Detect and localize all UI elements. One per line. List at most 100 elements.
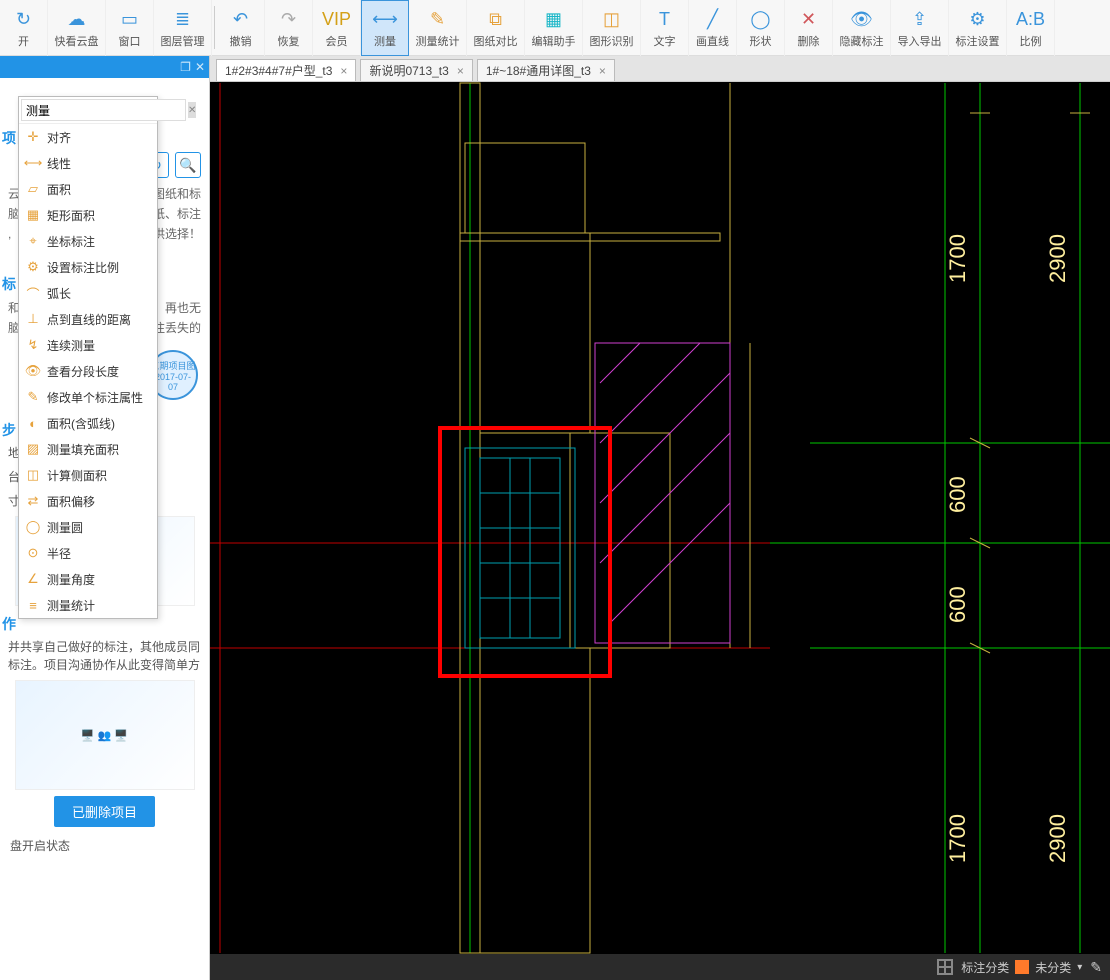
measure-option[interactable]: ⊙半径: [19, 540, 157, 566]
measure-option[interactable]: ✎修改单个标注属性: [19, 384, 157, 410]
measure-option-label: 线性: [47, 155, 71, 172]
tab[interactable]: 新说明0713_t3 ×: [360, 59, 472, 81]
dim-text: 1700: [945, 814, 970, 863]
measure-option-icon: ⊥: [25, 311, 41, 327]
dropdown-clear-icon[interactable]: ✕: [188, 102, 196, 118]
measure-option[interactable]: ◫ 计算侧面积: [19, 462, 157, 488]
measure-option[interactable]: ⚙ 设置标注比例: [19, 254, 157, 280]
toolbar-快看云盘[interactable]: ☁快看云盘: [48, 0, 106, 56]
toolbar-label: 比例: [1020, 33, 1042, 49]
measure-option-icon: ≡: [25, 597, 41, 613]
sidebar-restore-icon[interactable]: ❐: [180, 60, 191, 74]
toolbar-删除[interactable]: ✕删除: [785, 0, 833, 56]
measure-option[interactable]: ◯ 测量圆: [19, 514, 157, 540]
measure-option[interactable]: ◐面积(含弧线): [19, 410, 157, 436]
measure-option-label: 设置标注比例: [47, 259, 119, 276]
tab-close-icon[interactable]: ×: [457, 64, 464, 78]
文字-icon: T: [653, 7, 677, 31]
toolbar-形状[interactable]: ◯ 形状: [737, 0, 785, 56]
edit-icon[interactable]: ✎: [1090, 959, 1102, 976]
toolbar-撤销[interactable]: ↶撤销: [217, 0, 265, 56]
dropdown-search-input[interactable]: [21, 99, 186, 121]
toolbar-隐藏标注[interactable]: 👁隐藏标注: [833, 0, 891, 56]
measure-option[interactable]: ▱面积: [19, 176, 157, 202]
measure-option[interactable]: ↯连续测量: [19, 332, 157, 358]
toolbar-图形识别[interactable]: ◫图形识别: [583, 0, 641, 56]
measure-option-label: 计算侧面积: [47, 467, 107, 484]
deleted-projects-button[interactable]: 已删除项目: [54, 796, 155, 827]
tab[interactable]: 1#2#3#4#7#户型_t3×: [216, 59, 356, 81]
toolbar-画直线[interactable]: ╱画直线: [689, 0, 737, 56]
toolbar-比例[interactable]: A:B比例: [1007, 0, 1055, 56]
toolbar-导入导出[interactable]: ⇪导入导出: [891, 0, 949, 56]
measure-option[interactable]: ✛对齐: [19, 124, 157, 150]
tab-close-icon[interactable]: ×: [340, 64, 347, 78]
sidebar-close-icon[interactable]: ✕: [195, 60, 205, 74]
search-button[interactable]: 🔍: [175, 152, 201, 178]
category-label: 标注分类: [961, 959, 1009, 976]
measure-option-label: 点到直线的距离: [47, 311, 131, 328]
measure-option[interactable]: ⟷线性: [19, 150, 157, 176]
measure-option-icon: ◯: [25, 519, 41, 535]
toolbar-label: 测量: [374, 33, 396, 49]
toolbar-编辑助手[interactable]: ▦编辑助手: [525, 0, 583, 56]
measure-option-label: 对齐: [47, 129, 71, 146]
形状-icon: ◯: [749, 7, 773, 31]
toolbar-label: 图形识别: [590, 33, 634, 49]
toolbar-测量统计[interactable]: ✎ 测量统计: [409, 0, 467, 56]
measure-option[interactable]: ▦矩形面积: [19, 202, 157, 228]
toolbar-label: 测量统计: [416, 33, 460, 49]
tab[interactable]: 1#~18#通用详图_t3×: [477, 59, 615, 81]
toolbar-标注设置[interactable]: ⚙ 标注设置: [949, 0, 1007, 56]
collab-description: 并共享自己做好的标注，其他成员同标注。项目沟通协作从此变得简单方: [8, 638, 201, 674]
bg-text: 注丢失的: [153, 318, 201, 338]
measure-option[interactable]: ∠测量角度: [19, 566, 157, 592]
toolbar-label: 画直线: [696, 33, 729, 49]
grid-icon[interactable]: [937, 959, 953, 975]
标注设置-icon: ⚙: [966, 7, 990, 31]
toolbar-label: 标注设置: [956, 33, 1000, 49]
toolbar-label: 快看云盘: [55, 33, 99, 49]
窗口-icon: ▭: [118, 7, 142, 31]
measure-option-icon: ⊙: [25, 545, 41, 561]
toolbar-label: 形状: [750, 33, 772, 49]
bg-text: ，再也无: [153, 298, 201, 318]
drawing-canvas[interactable]: 1700 2900 600 600 1700 2900: [210, 82, 1110, 954]
toolbar-文字[interactable]: T文字: [641, 0, 689, 56]
toolbar-测量[interactable]: ⟷测量: [361, 0, 409, 56]
measure-dropdown: ✕ ✛对齐⟷线性▱面积▦矩形面积⌖坐标标注⚙设置标注比例⌒弧长⊥点到直线的距离↯…: [18, 96, 158, 619]
category-dropdown-icon[interactable]: ▾: [1077, 962, 1082, 973]
toolbar-label: 图纸对比: [474, 33, 518, 49]
会员-icon: VIP: [325, 7, 349, 31]
measure-option-label: 面积偏移: [47, 493, 95, 510]
measure-option-label: 测量圆: [47, 519, 83, 536]
测量统计-icon: ✎: [426, 7, 450, 31]
measure-option[interactable]: ⌒弧长: [19, 280, 157, 306]
toolbar-开[interactable]: ↻开: [0, 0, 48, 56]
measure-option-icon: ⇄: [25, 493, 41, 509]
measure-option[interactable]: 👁查看分段长度: [19, 358, 157, 384]
measure-option-icon: ▨: [25, 441, 41, 457]
toolbar-会员[interactable]: VIP会员: [313, 0, 361, 56]
tab-close-icon[interactable]: ×: [599, 64, 606, 78]
编辑助手-icon: ▦: [542, 7, 566, 31]
measure-option-icon: ◐: [25, 415, 41, 431]
measure-option-icon: ◫: [25, 467, 41, 483]
toolbar-label: 图层管理: [161, 33, 205, 49]
tab-label: 新说明0713_t3: [369, 62, 448, 79]
measure-option-icon: ⌒: [25, 285, 41, 301]
toolbar-label: 开: [18, 33, 29, 49]
dim-text: 1700: [945, 234, 970, 283]
toolbar-窗口[interactable]: ▭窗口: [106, 0, 154, 56]
measure-option[interactable]: ≡测量统计: [19, 592, 157, 618]
measure-option-icon: ⚙: [25, 259, 41, 275]
toolbar-恢复[interactable]: ↷恢复: [265, 0, 313, 56]
dim-text: 600: [945, 476, 970, 513]
toolbar-图层管理[interactable]: ≣图层管理: [154, 0, 212, 56]
measure-option[interactable]: ⇄ 面积偏移: [19, 488, 157, 514]
toolbar-图纸对比[interactable]: ⧉图纸对比: [467, 0, 525, 56]
measure-option-label: 坐标标注: [47, 233, 95, 250]
measure-option[interactable]: ⌖坐标标注: [19, 228, 157, 254]
measure-option[interactable]: ⊥ 点到直线的距离: [19, 306, 157, 332]
measure-option[interactable]: ▨测量填充面积: [19, 436, 157, 462]
